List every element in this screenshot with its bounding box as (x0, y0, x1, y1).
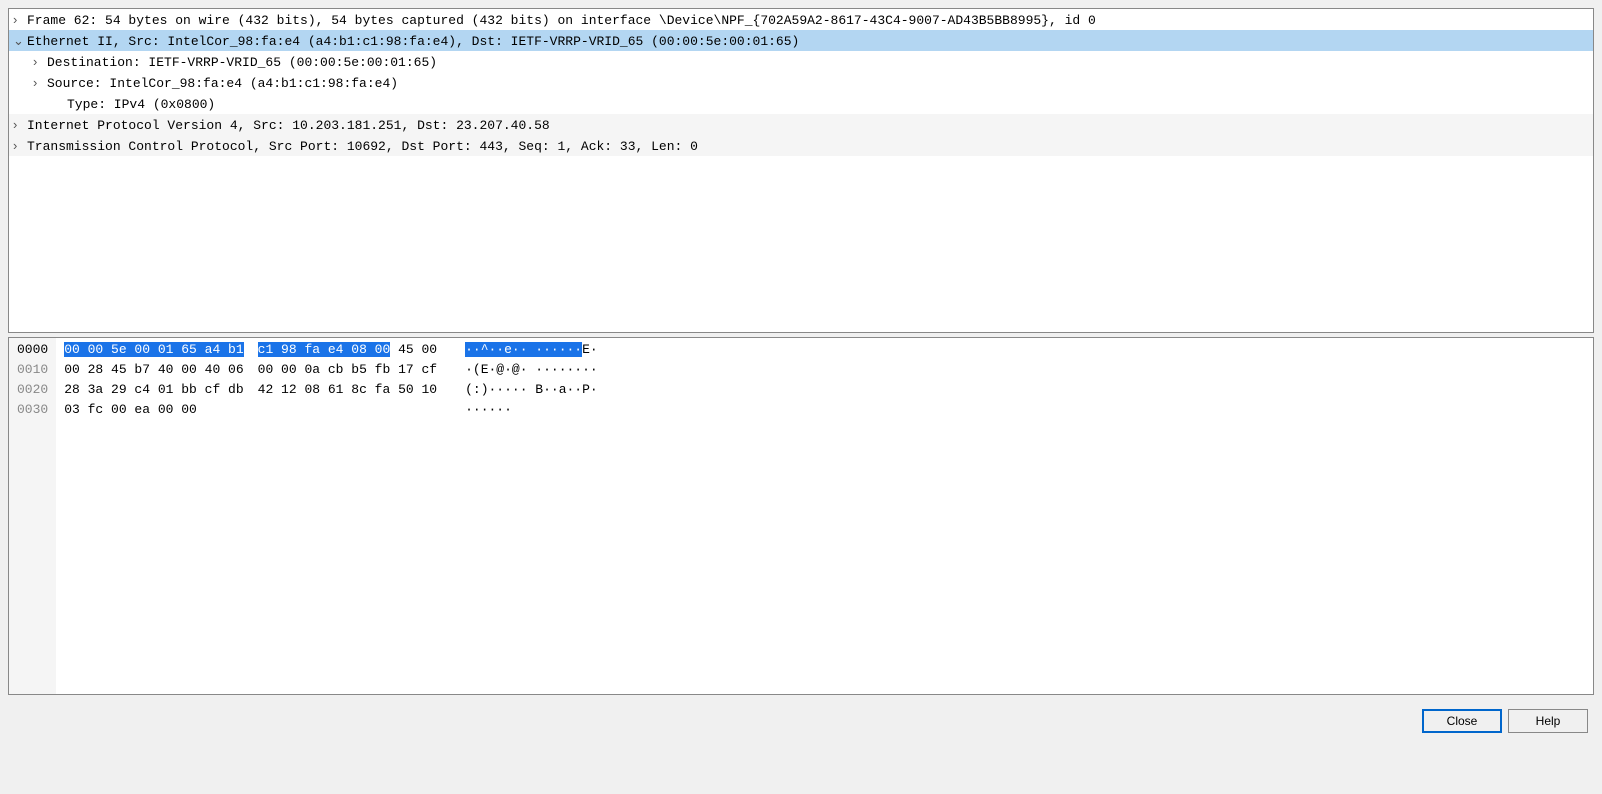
ascii-highlight: ··^··e·· ······ (465, 342, 582, 357)
hex-byte[interactable]: 03 fc 00 ea 00 00 (64, 402, 197, 417)
packet-bytes-pane[interactable]: 0000001000200030 00 00 5e 00 01 65 a4 b1… (8, 337, 1594, 695)
hex-byte[interactable]: 00 00 5e 00 01 65 a4 b1 (64, 342, 243, 357)
hex-row[interactable]: 03 fc 00 ea 00 00 (64, 400, 437, 420)
chevron-down-icon[interactable]: ⌄ (13, 30, 27, 51)
hex-byte[interactable]: 45 00 (390, 342, 437, 357)
tree-row[interactable]: ›Destination: IETF-VRRP-VRID_65 (00:00:5… (9, 51, 1593, 72)
tree-row[interactable]: ›Frame 62: 54 bytes on wire (432 bits), … (9, 9, 1593, 30)
hex-byte[interactable]: 28 3a 29 c4 01 bb cf db (64, 382, 243, 397)
ascii-row: ··^··e·· ······E· (465, 340, 598, 360)
hex-offset-column: 0000001000200030 (9, 338, 56, 694)
hex-gap (244, 340, 258, 360)
hex-gap (244, 360, 258, 380)
hex-row[interactable]: 28 3a 29 c4 01 bb cf db 42 12 08 61 8c f… (64, 380, 437, 400)
tree-row[interactable]: ›Source: IntelCor_98:fa:e4 (a4:b1:c1:98:… (9, 72, 1593, 93)
hex-byte[interactable]: 42 12 08 61 8c fa 50 10 (258, 382, 437, 397)
tree-row-text: Source: IntelCor_98:fa:e4 (a4:b1:c1:98:f… (47, 76, 398, 91)
hex-offset: 0000 (17, 340, 48, 360)
tree-row-text: Type: IPv4 (0x0800) (67, 97, 215, 112)
hex-offset: 0020 (17, 380, 48, 400)
tree-row-text: Internet Protocol Version 4, Src: 10.203… (27, 118, 550, 133)
tree-row[interactable]: ·Type: IPv4 (0x0800) (9, 93, 1593, 114)
hex-byte[interactable]: 00 00 0a cb b5 fb 17 cf (258, 362, 437, 377)
hex-gap (244, 380, 258, 400)
tree-row-text: Destination: IETF-VRRP-VRID_65 (00:00:5e… (47, 55, 437, 70)
help-button[interactable]: Help (1508, 709, 1588, 733)
chevron-right-icon[interactable]: › (13, 135, 27, 156)
packet-details-pane[interactable]: ›Frame 62: 54 bytes on wire (432 bits), … (8, 8, 1594, 333)
tree-row-text: Ethernet II, Src: IntelCor_98:fa:e4 (a4:… (27, 34, 799, 49)
hex-byte[interactable]: c1 98 fa e4 08 00 (258, 342, 391, 357)
chevron-right-icon[interactable]: › (33, 72, 47, 93)
tree-row[interactable]: ›Transmission Control Protocol, Src Port… (9, 135, 1593, 156)
chevron-right-icon[interactable]: › (33, 51, 47, 72)
ascii-column: ··^··e·· ······E··(E·@·@· ········(:)···… (437, 338, 598, 694)
ascii-row: ······ (465, 400, 598, 420)
hex-bytes-column[interactable]: 00 00 5e 00 01 65 a4 b1 c1 98 fa e4 08 0… (56, 338, 437, 694)
hex-row[interactable]: 00 28 45 b7 40 00 40 06 00 00 0a cb b5 f… (64, 360, 437, 380)
hex-byte[interactable]: 00 28 45 b7 40 00 40 06 (64, 362, 243, 377)
close-button[interactable]: Close (1422, 709, 1502, 733)
tree-row-text: Frame 62: 54 bytes on wire (432 bits), 5… (27, 13, 1096, 28)
tree-row-text: Transmission Control Protocol, Src Port:… (27, 139, 698, 154)
tree-row[interactable]: ⌄Ethernet II, Src: IntelCor_98:fa:e4 (a4… (9, 30, 1593, 51)
hex-offset: 0010 (17, 360, 48, 380)
chevron-right-icon[interactable]: › (13, 114, 27, 135)
ascii-row: ·(E·@·@· ········ (465, 360, 598, 380)
hex-row[interactable]: 00 00 5e 00 01 65 a4 b1 c1 98 fa e4 08 0… (64, 340, 437, 360)
ascii-row: (:)····· B··a··P· (465, 380, 598, 400)
chevron-right-icon[interactable]: › (13, 9, 27, 30)
hex-offset: 0030 (17, 400, 48, 420)
tree-row[interactable]: ›Internet Protocol Version 4, Src: 10.20… (9, 114, 1593, 135)
dialog-footer: Close Help (8, 695, 1594, 737)
